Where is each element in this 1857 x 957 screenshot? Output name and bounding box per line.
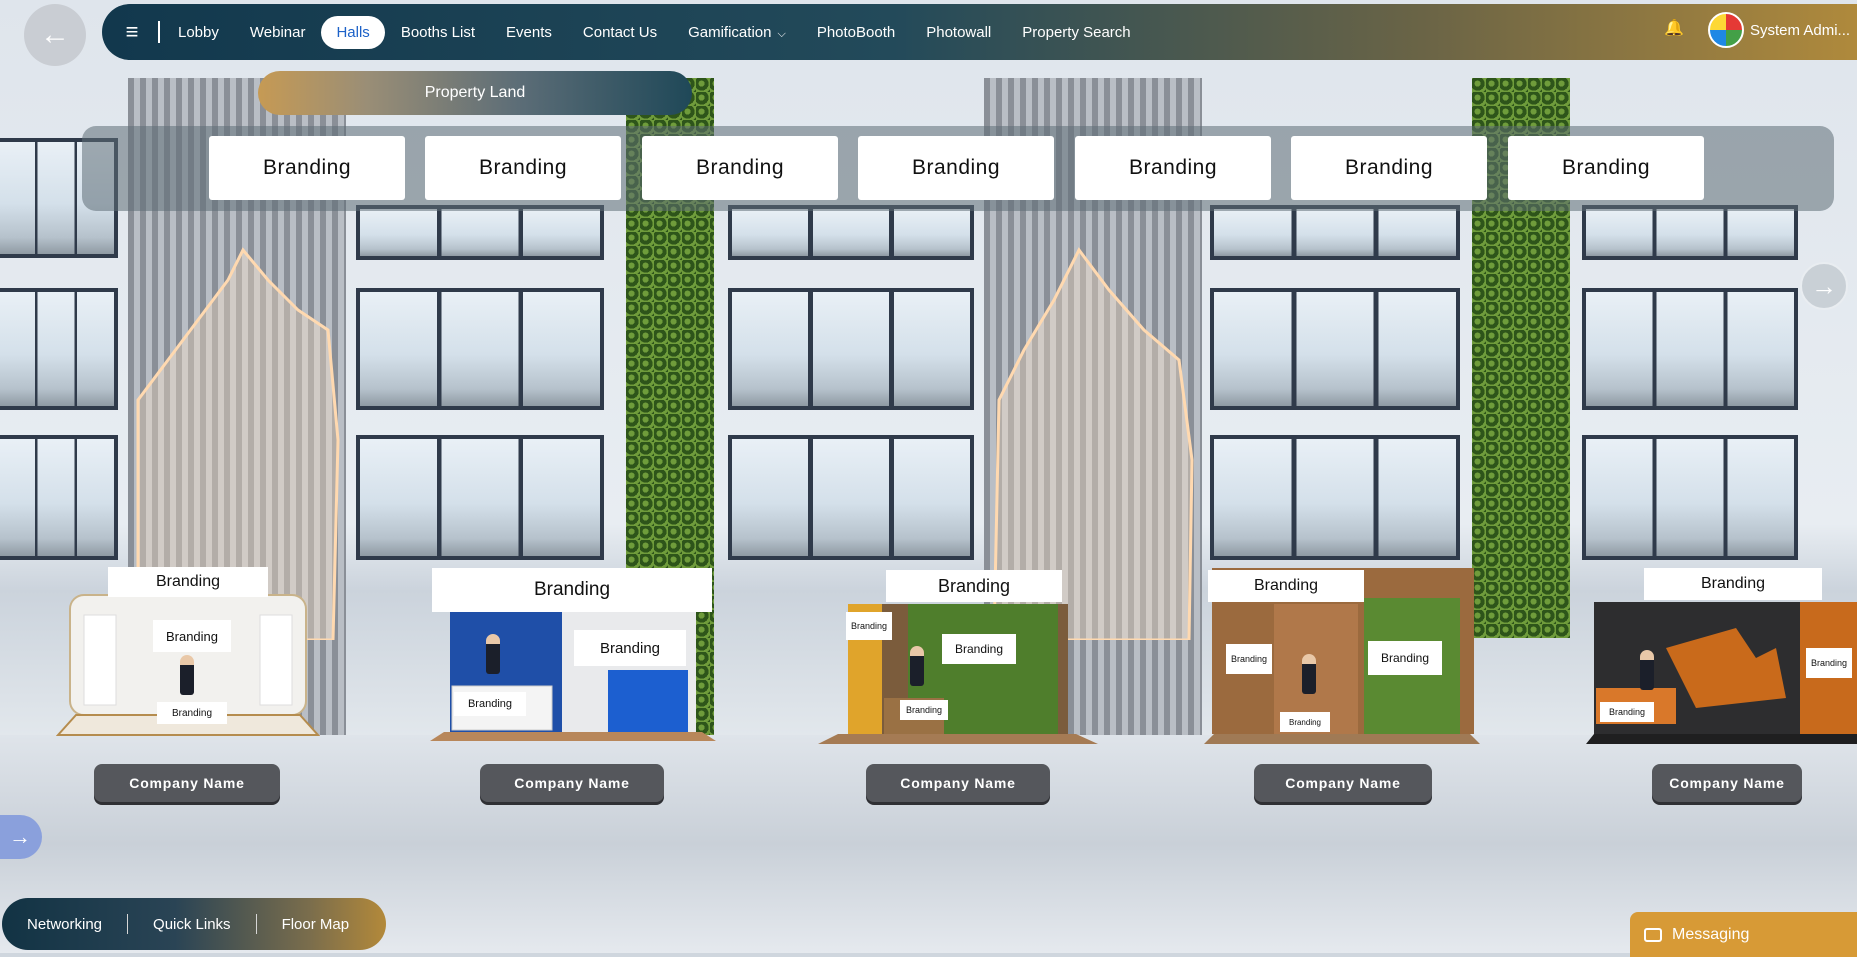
- back-button[interactable]: ←: [24, 4, 86, 66]
- booth-sign: Branding: [846, 612, 892, 640]
- booth-sign: Branding: [108, 567, 268, 597]
- booth-sign: Branding: [1280, 712, 1330, 732]
- company-name-button[interactable]: Company Name: [480, 764, 664, 802]
- top-banner[interactable]: Branding: [642, 136, 838, 200]
- top-banner[interactable]: Branding: [209, 136, 405, 200]
- window: [728, 205, 974, 260]
- booth-sign: Branding: [574, 630, 686, 666]
- chevron-down-icon: ⌵: [777, 27, 786, 40]
- nav-halls[interactable]: Halls: [321, 15, 385, 49]
- booth-sign: Branding: [1600, 702, 1654, 722]
- window: [0, 288, 118, 410]
- booth[interactable]: Branding Branding Branding: [1586, 568, 1857, 744]
- menu-icon[interactable]: ≡: [112, 12, 152, 52]
- top-banner[interactable]: Branding: [1075, 136, 1271, 200]
- booth-attendant: [486, 634, 500, 674]
- messaging-button[interactable]: Messaging: [1630, 912, 1857, 957]
- booth[interactable]: Branding Branding Branding: [56, 565, 320, 743]
- chat-icon: [1644, 927, 1662, 942]
- networking-link[interactable]: Networking: [2, 916, 127, 933]
- messaging-label: Messaging: [1672, 925, 1750, 943]
- arrow-right-icon[interactable]: →: [0, 815, 42, 859]
- booth-sign: Branding: [157, 702, 227, 724]
- top-nav: ≡ Lobby Webinar Halls Booths List Events…: [102, 4, 1857, 60]
- floor-map-link[interactable]: Floor Map: [257, 916, 375, 933]
- top-banner[interactable]: Branding: [1291, 136, 1487, 200]
- nav-property-search[interactable]: Property Search: [1022, 16, 1130, 49]
- bell-icon[interactable]: 🔔: [1664, 18, 1684, 38]
- booth-attendant: [180, 655, 194, 695]
- booth-sign: Branding: [942, 634, 1016, 664]
- nav-gamification-label: Gamification: [688, 23, 772, 41]
- nav-lobby[interactable]: Lobby: [178, 16, 219, 49]
- window: [356, 205, 604, 260]
- nav-events[interactable]: Events: [506, 16, 552, 49]
- booth-attendant: [1640, 650, 1654, 690]
- window: [1210, 288, 1460, 410]
- hall-title: Property Land: [258, 71, 692, 115]
- window: [356, 435, 604, 560]
- divider: [158, 21, 160, 43]
- window: [728, 435, 974, 560]
- window: [728, 288, 974, 410]
- booth-sign: Branding: [1226, 644, 1272, 674]
- company-name-button[interactable]: Company Name: [866, 764, 1050, 802]
- top-banner[interactable]: Branding: [1508, 136, 1704, 200]
- user-name: System Admi...: [1750, 21, 1851, 39]
- window: [1210, 205, 1460, 260]
- nav-gamification[interactable]: Gamification ⌵: [688, 16, 786, 49]
- booth-sign: Branding: [1368, 641, 1442, 675]
- company-name-button[interactable]: Company Name: [94, 764, 280, 802]
- window: [1582, 205, 1798, 260]
- nav-contact-us[interactable]: Contact Us: [583, 16, 657, 49]
- company-name-button[interactable]: Company Name: [1254, 764, 1432, 802]
- booth-sign: Branding: [432, 568, 712, 612]
- booth-attendant: [910, 646, 924, 686]
- window: [0, 435, 118, 560]
- bottom-nav: Networking Quick Links Floor Map: [2, 898, 386, 950]
- window: [1582, 435, 1798, 560]
- booth[interactable]: Branding Branding Branding: [430, 566, 716, 741]
- booth-sign: Branding: [454, 692, 526, 716]
- booth-sign: Branding: [1208, 570, 1364, 602]
- user-menu[interactable]: System Admi...: [1708, 12, 1850, 48]
- booth-sign: Branding: [886, 570, 1062, 602]
- booth-sign: Branding: [900, 700, 948, 720]
- window: [1210, 435, 1460, 560]
- booth[interactable]: Branding Branding Branding Branding: [1204, 568, 1480, 744]
- booth-sign: Branding: [1806, 648, 1852, 678]
- booth-sign: Branding: [153, 620, 231, 652]
- nav-booths-list[interactable]: Booths List: [401, 16, 475, 49]
- arrow-right-icon[interactable]: →: [1800, 262, 1848, 310]
- booth-sign: Branding: [1644, 568, 1822, 600]
- top-banner[interactable]: Branding: [858, 136, 1054, 200]
- booth[interactable]: Branding Branding Branding Branding: [818, 568, 1098, 744]
- booth-attendant: [1302, 654, 1316, 694]
- nav-photobooth[interactable]: PhotoBooth: [817, 16, 895, 49]
- nav-photowall[interactable]: Photowall: [926, 16, 991, 49]
- company-name-button[interactable]: Company Name: [1652, 764, 1802, 802]
- avatar: [1708, 12, 1744, 48]
- quick-links-link[interactable]: Quick Links: [128, 916, 256, 933]
- nav-webinar[interactable]: Webinar: [250, 16, 306, 49]
- arrow-left-icon: ←: [40, 18, 70, 51]
- top-banner[interactable]: Branding: [425, 136, 621, 200]
- window: [356, 288, 604, 410]
- window: [1582, 288, 1798, 410]
